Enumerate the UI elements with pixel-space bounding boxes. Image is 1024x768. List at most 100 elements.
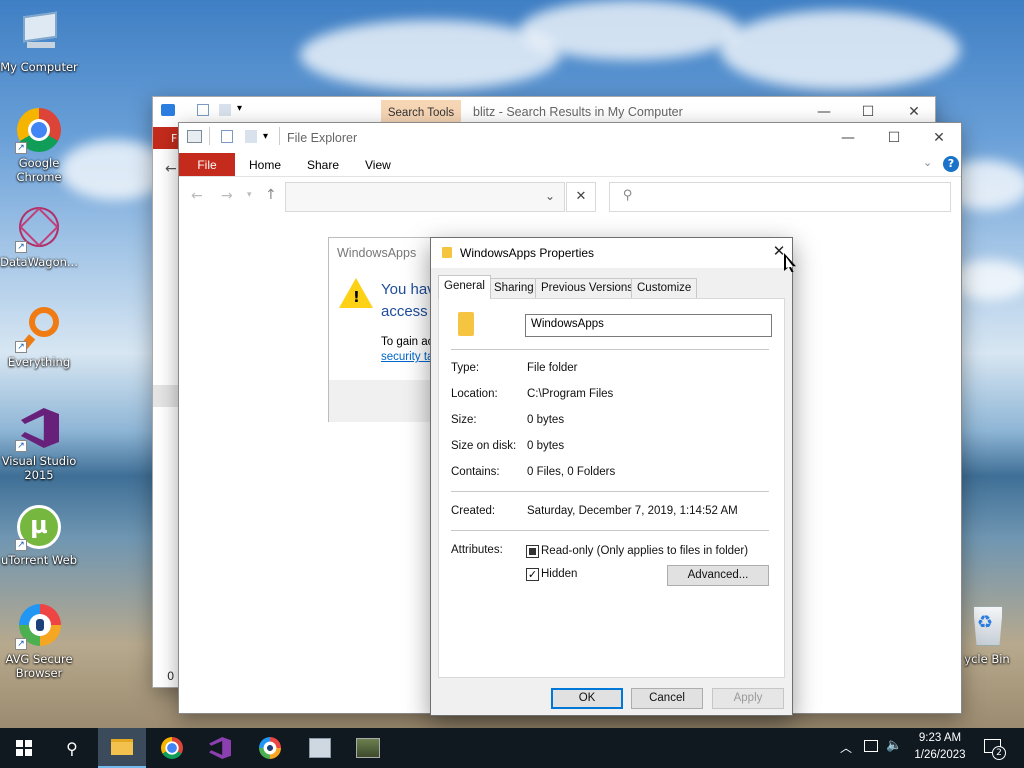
folder-icon <box>442 247 452 258</box>
tab-view[interactable]: View <box>365 158 391 172</box>
location-value: C:\Program Files <box>527 388 614 400</box>
avg-browser-icon <box>259 737 281 759</box>
properties-title: WindowsApps Properties <box>460 246 595 260</box>
folder-icon <box>161 104 175 116</box>
created-value: Saturday, December 7, 2019, 1:14:52 AM <box>527 505 738 517</box>
properties-dialog[interactable]: WindowsApps Properties ✕ General Sharing… <box>430 237 793 716</box>
clock-time[interactable]: 9:23 AM <box>910 732 970 744</box>
new-folder-qat-icon[interactable] <box>219 104 231 116</box>
search-icon: ⚲ <box>66 738 78 758</box>
visual-studio-icon <box>209 737 231 759</box>
address-dropdown-icon[interactable]: ⌄ <box>545 189 555 203</box>
taskbar-avg-browser[interactable] <box>246 728 294 768</box>
security-tab-link[interactable]: security ta <box>381 351 433 363</box>
datawagon-icon: ↗ <box>13 201 65 253</box>
desktop-icon-avg-secure-browser[interactable]: ↗ AVG Secure Browser <box>0 602 78 680</box>
folder-icon <box>111 739 133 755</box>
size-on-disk-label: Size on disk: <box>451 440 517 452</box>
everything-search-icon: ↗ <box>15 305 63 353</box>
tab-sharing[interactable]: Sharing <box>488 278 540 298</box>
start-button[interactable] <box>0 728 48 768</box>
advanced-button[interactable]: Advanced... <box>667 565 769 586</box>
desktop-icon-visual-studio[interactable]: ↗ Visual Studio 2015 <box>0 404 78 482</box>
close-button[interactable]: ✕ <box>916 123 962 153</box>
ribbon-expand-icon[interactable]: ⌄ <box>923 156 932 169</box>
desktop-icon-datawagon[interactable]: ↗ DataWagon... <box>0 201 78 269</box>
desktop-icon-everything[interactable]: ↗ Everything <box>0 305 78 369</box>
taskbar-chrome[interactable] <box>148 728 196 768</box>
shortcut-arrow-icon: ↗ <box>15 142 27 154</box>
folder-name-input[interactable]: WindowsApps <box>525 314 772 337</box>
new-folder-qat-icon[interactable] <box>245 130 257 143</box>
taskbar: ⚲ ︿ 🔈 9:23 AM 1/26/2023 2 <box>0 728 1024 768</box>
ok-button[interactable]: OK <box>551 688 623 709</box>
properties-qat-icon[interactable] <box>221 130 233 143</box>
computer-icon <box>15 10 63 58</box>
forward-button[interactable]: → <box>221 188 233 204</box>
attributes-label: Attributes: <box>451 544 503 556</box>
size-label: Size: <box>451 414 477 426</box>
tab-home[interactable]: Home <box>249 158 281 172</box>
large-folder-icon <box>458 312 474 336</box>
tab-previous-versions[interactable]: Previous Versions <box>535 278 640 298</box>
tab-share[interactable]: Share <box>307 158 339 172</box>
contains-label: Contains: <box>451 466 500 478</box>
qat-dropdown-icon[interactable]: ▾ <box>237 103 242 114</box>
back-button[interactable]: ← <box>191 188 203 204</box>
search-icon: ⚲ <box>623 188 633 203</box>
address-bar[interactable] <box>285 182 565 212</box>
windows-logo-icon <box>16 740 32 756</box>
volume-icon[interactable]: 🔈 <box>886 738 902 753</box>
visual-studio-icon: ↗ <box>15 404 63 452</box>
search-input[interactable] <box>609 182 951 212</box>
chrome-icon <box>161 737 183 759</box>
desktop-icon-utorrent[interactable]: µ ↗ uTorrent Web <box>0 503 78 567</box>
readonly-checkbox[interactable] <box>526 545 539 558</box>
qat-dropdown-icon[interactable]: ▾ <box>263 131 268 142</box>
explorer-app-icon <box>187 130 202 143</box>
tab-customize[interactable]: Customize <box>631 278 698 298</box>
shortcut-arrow-icon: ↗ <box>15 638 27 650</box>
tab-general[interactable]: General <box>438 275 491 299</box>
cancel-button[interactable]: Cancel <box>631 688 703 709</box>
hidden-checkbox[interactable]: ✓ <box>526 568 539 581</box>
clock-date[interactable]: 1/26/2023 <box>910 749 970 761</box>
taskbar-app-6[interactable] <box>344 728 392 768</box>
search-window-title: blitz - Search Results in My Computer <box>473 105 683 119</box>
shortcut-arrow-icon: ↗ <box>15 341 27 353</box>
properties-qat-icon[interactable] <box>197 104 209 116</box>
contains-value: 0 Files, 0 Folders <box>527 466 616 478</box>
hidden-label[interactable]: Hidden <box>541 568 577 580</box>
size-value: 0 bytes <box>527 414 565 426</box>
general-tab-panel <box>438 298 785 678</box>
recent-locations-icon[interactable]: ▾ <box>247 190 252 200</box>
app-window-icon <box>309 738 331 758</box>
file-tab[interactable]: File <box>179 153 235 176</box>
readonly-label[interactable]: Read-only (Only applies to files in fold… <box>541 545 748 557</box>
help-icon[interactable]: ? <box>943 156 959 172</box>
desktop-icon-google-chrome[interactable]: ↗ Google Chrome <box>0 106 78 184</box>
taskbar-visual-studio[interactable] <box>196 728 244 768</box>
network-icon[interactable] <box>864 740 878 752</box>
shortcut-arrow-icon: ↗ <box>15 440 27 452</box>
search-button[interactable]: ⚲ <box>48 728 96 768</box>
up-button[interactable]: ↑ <box>265 187 277 203</box>
minimize-button[interactable]: — <box>825 123 871 153</box>
clear-address-button[interactable]: ✕ <box>566 182 596 212</box>
back-arrow-icon[interactable]: ← <box>165 161 177 177</box>
shortcut-arrow-icon: ↗ <box>15 241 27 253</box>
show-hidden-icons-icon[interactable]: ︿ <box>840 739 852 756</box>
avg-browser-icon: ↗ <box>15 602 63 650</box>
access-dialog-title: WindowsApps <box>337 246 417 260</box>
taskbar-file-explorer[interactable] <box>98 728 146 768</box>
type-value: File folder <box>527 362 578 374</box>
access-dialog[interactable]: WindowsApps ! You hav access t To gain a… <box>328 237 438 422</box>
apply-button[interactable]: Apply <box>712 688 784 709</box>
taskbar-app-5[interactable] <box>296 728 344 768</box>
desktop-icon-my-computer[interactable]: My Computer <box>0 10 78 74</box>
access-heading-1: You hav <box>381 281 435 298</box>
maximize-button[interactable]: ☐ <box>871 123 917 153</box>
file-tab-partial[interactable]: F <box>153 127 179 149</box>
chrome-icon: ↗ <box>15 106 63 154</box>
shortcut-arrow-icon: ↗ <box>15 539 27 551</box>
